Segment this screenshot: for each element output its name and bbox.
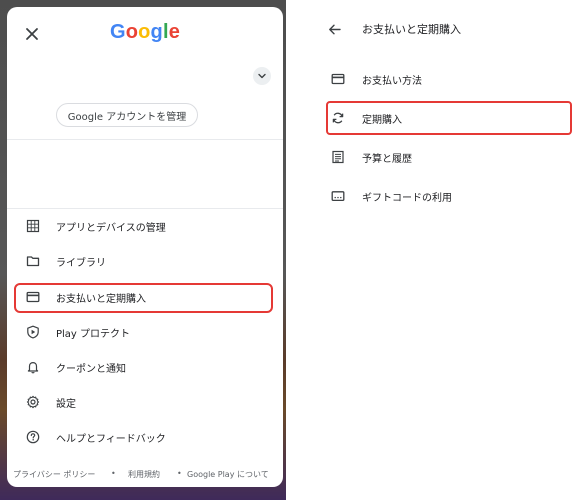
- item-label: 定期購入: [362, 114, 402, 126]
- menu-item-label: ヘルプとフィードバック: [56, 433, 166, 445]
- divider: [7, 139, 283, 140]
- menu-item-apps-devices[interactable]: アプリとデバイスの管理: [7, 209, 283, 243]
- account-expand-button[interactable]: [253, 67, 271, 85]
- menu-item-label: 設定: [56, 398, 76, 410]
- item-label: ギフトコードの利用: [362, 192, 452, 204]
- logo-letter: o: [138, 21, 151, 43]
- payment-methods-item[interactable]: お支払い方法: [286, 64, 577, 94]
- arrow-left-icon: [328, 24, 341, 34]
- menu-item-label: ライブラリ: [56, 257, 106, 269]
- logo-letter: o: [125, 21, 139, 43]
- menu-item-label: クーポンと通知: [56, 363, 126, 375]
- about-google-play-link[interactable]: Google Play について: [187, 469, 269, 480]
- menu-item-play-protect[interactable]: Play プロテクト: [7, 315, 283, 349]
- back-button[interactable]: [326, 21, 342, 37]
- footer-separator: •: [111, 469, 116, 478]
- menu-item-coupons-notifications[interactable]: クーポンと通知: [7, 350, 283, 384]
- credit-card-icon: [25, 289, 41, 305]
- bell-icon: [25, 359, 41, 375]
- footer-separator: •: [177, 469, 182, 478]
- grid-icon: [25, 218, 41, 234]
- menu-item-library[interactable]: ライブラリ: [7, 244, 283, 278]
- menu-item-label: Play プロテクト: [56, 328, 131, 340]
- shield-play-icon: [25, 324, 41, 340]
- folder-icon: [25, 253, 41, 269]
- manage-account-button[interactable]: Google アカウントを管理: [56, 103, 198, 127]
- logo-letter: g: [150, 21, 163, 43]
- gift-card-icon: [330, 188, 346, 204]
- item-label: 予算と履歴: [362, 153, 412, 165]
- page-title: お支払いと定期購入: [362, 23, 461, 36]
- logo-letter: e: [168, 21, 181, 43]
- help-circle-icon: [25, 429, 41, 445]
- budget-history-item[interactable]: 予算と履歴: [286, 142, 577, 172]
- google-logo: Google: [7, 21, 283, 44]
- credit-card-icon: [330, 71, 346, 87]
- item-label: お支払い方法: [362, 75, 422, 87]
- menu-item-settings[interactable]: 設定: [7, 385, 283, 419]
- left-pane: Google Google アカウントを管理 アプリとデバイスの管理 ライブラリ: [0, 0, 286, 500]
- chevron-down-icon: [258, 73, 266, 79]
- logo-letter: G: [109, 21, 126, 43]
- menu-item-label: お支払いと定期購入: [56, 293, 146, 305]
- account-drawer: Google Google アカウントを管理 アプリとデバイスの管理 ライブラリ: [7, 7, 283, 487]
- gear-icon: [25, 394, 41, 410]
- terms-link[interactable]: 利用規約: [128, 469, 160, 480]
- privacy-policy-link[interactable]: プライバシー ポリシー: [13, 469, 95, 480]
- menu-item-label: アプリとデバイスの管理: [56, 222, 166, 234]
- subscriptions-item[interactable]: 定期購入: [286, 103, 577, 133]
- list-icon: [330, 149, 346, 165]
- menu-item-help-feedback[interactable]: ヘルプとフィードバック: [7, 420, 283, 454]
- redeem-gift-code-item[interactable]: ギフトコードの利用: [286, 181, 577, 211]
- payments-subscriptions-page: お支払いと定期購入 お支払い方法 定期購入 予算と履歴 ギフトコードの利用: [286, 0, 577, 500]
- menu-item-payments-subscriptions[interactable]: お支払いと定期購入: [7, 280, 283, 314]
- refresh-icon: [330, 110, 346, 126]
